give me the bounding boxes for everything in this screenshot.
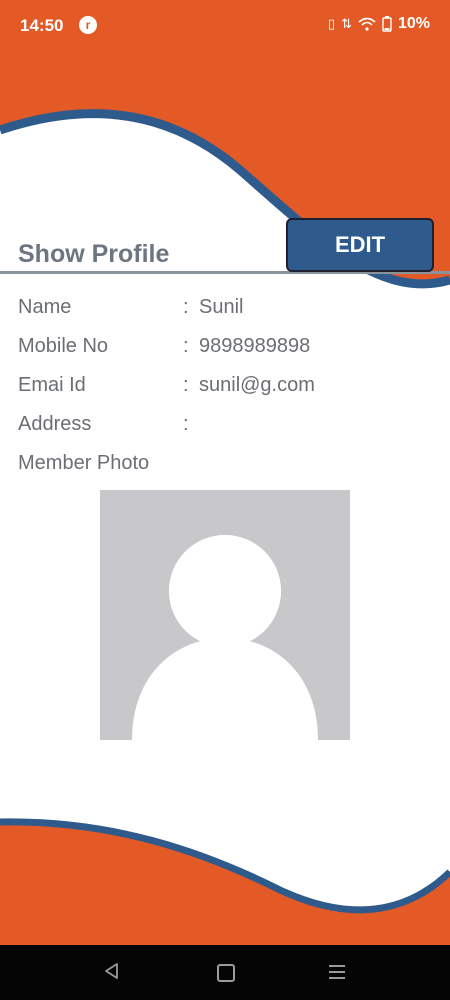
email-label: Emai Id xyxy=(18,374,86,396)
name-label: Name xyxy=(18,296,72,318)
member-photo-label: Member Photo xyxy=(18,452,150,474)
status-bar: 14:50 r ▯ ⇅ 10% xyxy=(0,0,450,50)
email-value: sunil@g.com xyxy=(199,374,315,396)
address-label: Address xyxy=(18,413,92,435)
mobile-label: Mobile No xyxy=(18,335,109,357)
recents-icon[interactable] xyxy=(329,965,345,983)
battery-percent: 10% xyxy=(397,15,430,32)
battery-icon xyxy=(382,16,392,32)
back-icon[interactable] xyxy=(103,962,121,980)
edit-button[interactable]: EDIT xyxy=(286,218,434,272)
bottom-wave-decoration xyxy=(0,818,450,945)
app-notification-icon: r xyxy=(79,16,97,34)
name-value: Sunil xyxy=(199,296,244,318)
email-colon: : xyxy=(183,374,189,396)
name-colon: : xyxy=(183,296,189,318)
member-photo[interactable] xyxy=(100,490,350,740)
home-icon[interactable] xyxy=(217,964,235,982)
wifi-icon xyxy=(358,17,376,31)
vibrate-icon: ▯ xyxy=(327,16,336,31)
mobile-value: 9898989898 xyxy=(199,335,311,357)
status-time: 14:50 xyxy=(20,16,64,35)
address-colon: : xyxy=(183,413,189,435)
avatar-placeholder-icon xyxy=(132,535,318,740)
status-icons: ▯ ⇅ 10% xyxy=(328,15,430,33)
data-arrows-icon: ⇅ xyxy=(341,16,352,31)
mobile-colon: : xyxy=(183,335,189,357)
page-title: Show Profile xyxy=(18,240,170,268)
